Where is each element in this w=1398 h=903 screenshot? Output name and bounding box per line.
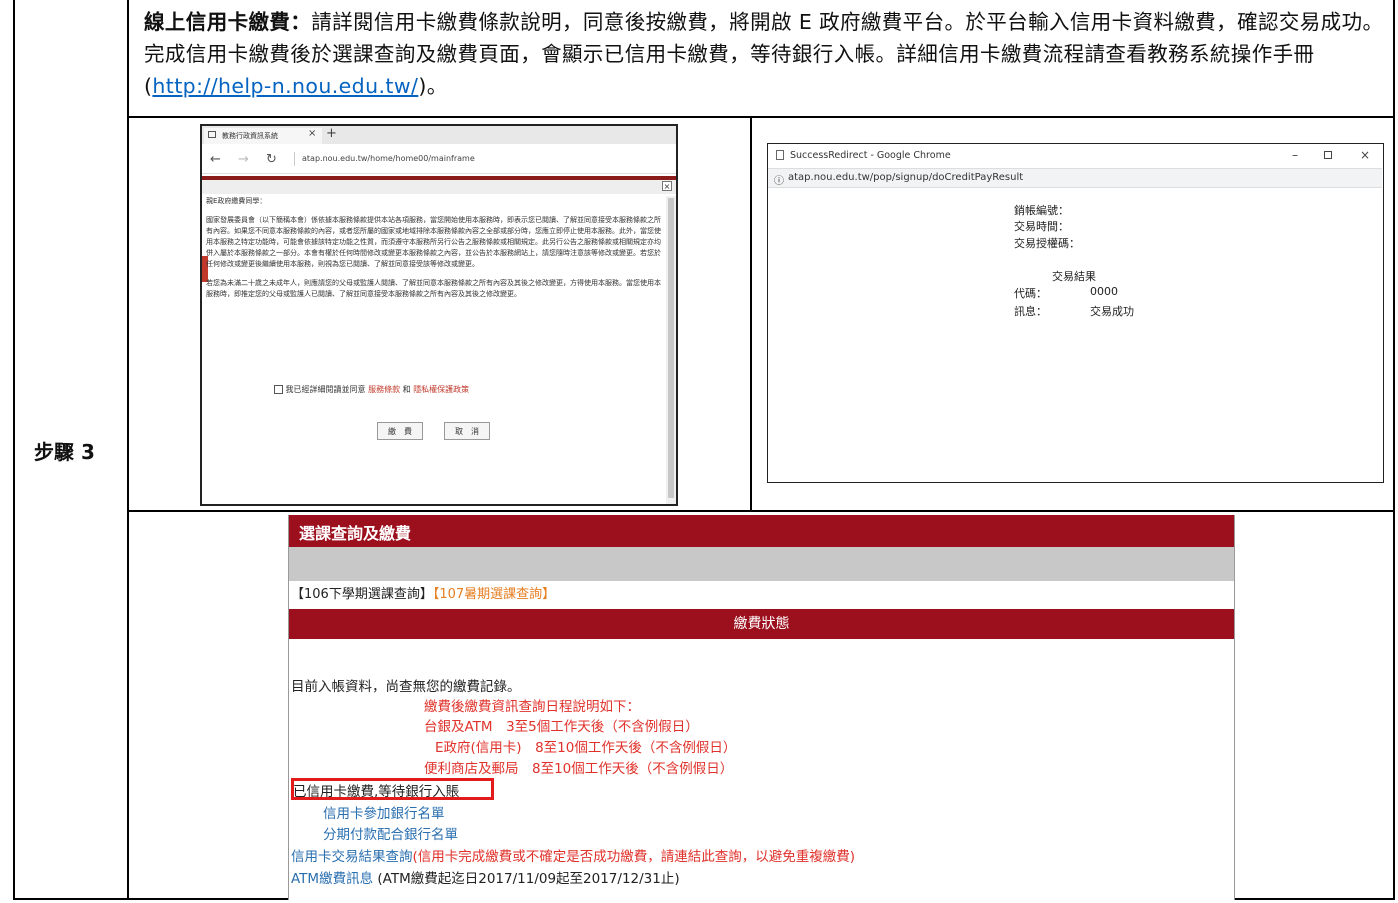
back-arrow-icon[interactable]: ← — [210, 152, 221, 167]
semester-links: 【106下學期選課查詢】【107暑期選課查詢】 — [291, 583, 555, 602]
gray-bar — [289, 547, 1234, 581]
code-value: 0000 — [1090, 285, 1118, 298]
time-label: 交易時間： — [1014, 220, 1069, 233]
info-icon[interactable]: ⓘ — [774, 172, 784, 187]
cancel-button[interactable]: 取 消 — [444, 422, 490, 440]
terms-paragraph: 國家發展委員會（以下簡稱本會）係依據本服務條款提供本站各項服務，當您開始使用本服… — [206, 216, 661, 268]
auth-label: 交易授權碼： — [1014, 237, 1080, 250]
result-query-row: 信用卡交易結果查詢(信用卡完成繳費或不確定是否成功繳費，請連結此查詢，以避免重複… — [291, 845, 855, 865]
terms-paragraph: 若您為未滿二十歲之未成年人，則應請您的父母或監護人閱讀、了解並同意本服務條款之所… — [206, 279, 661, 298]
terms-greeting: 親E政府繳費同學： — [206, 197, 267, 205]
intro-tail: )。 — [418, 74, 448, 98]
highlight-box — [291, 778, 494, 800]
table-divider — [127, 0, 129, 900]
message-label: 訊息： — [1014, 305, 1047, 318]
scrollbar-thumb[interactable] — [668, 198, 674, 498]
course-query-screenshot: 選課查詢及繳費 【106下學期選課查詢】【107暑期選課查詢】 繳費狀態 目前入… — [288, 515, 1235, 900]
info-title: 繳費後繳費資訊查詢日程說明如下： — [424, 699, 640, 715]
new-tab-icon[interactable]: + — [326, 126, 337, 141]
result-title: 交易結果 — [1052, 270, 1096, 283]
atm-info-note: (ATM繳費起迄日2017/11/09起至2017/12/31止) — [373, 871, 680, 887]
step-label: 步驟 3 — [34, 440, 95, 464]
window-title: SuccessRedirect - Google Chrome — [790, 150, 951, 161]
semester-106-link[interactable]: 【106下學期選課查詢】 — [291, 587, 433, 602]
tab-close-icon[interactable]: × — [308, 128, 316, 139]
intro-paragraph: 線上信用卡繳費：請詳閱信用卡繳費條款說明，同意後按繳費，將開啟 E 政府繳費平台… — [144, 6, 1384, 102]
payment-result-screenshot: SuccessRedirect - Google Chrome – × ⓘ at… — [767, 143, 1384, 483]
and-text: 和 — [402, 385, 411, 394]
atm-info-row: ATM繳費訊息 (ATM繳費起迄日2017/11/09起至2017/12/31止… — [291, 867, 680, 887]
minimize-icon[interactable]: – — [1292, 148, 1298, 162]
manual-link[interactable]: http://help-n.nou.edu.tw/ — [152, 74, 418, 98]
forward-arrow-icon[interactable]: → — [238, 152, 249, 167]
terms-screenshot: 教務行政資訊系統 × + ← → ↻ atap.nou.edu.tw/home/… — [200, 124, 678, 506]
refresh-icon[interactable]: ↻ — [266, 152, 277, 167]
result-query-note: (信用卡完成繳費或不確定是否成功繳費，請連結此查詢，以避免重複繳費) — [412, 849, 856, 865]
intro-heading: 線上信用卡繳費： — [144, 10, 312, 34]
bank-list-link[interactable]: 信用卡參加銀行名單 — [323, 802, 445, 822]
table-divider — [750, 116, 752, 512]
info-atm: 台銀及ATM 3至5個工作天後（不含例假日） — [424, 719, 699, 735]
account-label: 銷帳編號： — [1014, 204, 1069, 217]
pay-button[interactable]: 繳 費 — [377, 422, 423, 440]
browser-tabbar: 教務行政資訊系統 × + — [202, 126, 676, 144]
tab-page-icon — [208, 131, 216, 138]
table-divider — [127, 510, 1395, 512]
table-divider — [127, 116, 1395, 118]
url-field[interactable]: atap.nou.edu.tw/home/home00/mainframe — [302, 154, 475, 163]
semester-107-link[interactable]: 【107暑期選課查詢】 — [433, 587, 555, 602]
url-separator — [294, 152, 295, 166]
tab-title: 教務行政資訊系統 — [222, 132, 278, 140]
window-titlebar: SuccessRedirect - Google Chrome – × — [768, 144, 1382, 168]
privacy-link[interactable]: 隱私權保護政策 — [413, 385, 469, 394]
browser-urlbar: ← → ↻ atap.nou.edu.tw/home/home00/mainfr… — [202, 144, 676, 174]
payment-status-header: 繳費狀態 — [289, 609, 1234, 639]
installment-list-link[interactable]: 分期付款配合銀行名單 — [323, 823, 458, 843]
maximize-icon[interactable] — [1324, 151, 1332, 159]
dialog-close-icon[interactable]: × — [662, 181, 672, 191]
no-record-text: 目前入帳資料，尚查無您的繳費記錄。 — [291, 679, 521, 695]
result-query-link[interactable]: 信用卡交易結果查詢 — [291, 849, 413, 865]
dialog-titlebar — [202, 180, 676, 194]
info-store: 便利商店及郵局 8至10個工作天後（不含例假日） — [424, 761, 734, 777]
url-text[interactable]: atap.nou.edu.tw/pop/signup/doCreditPayRe… — [788, 172, 1023, 183]
browser-tab[interactable]: 教務行政資訊系統 — [204, 128, 322, 144]
code-label: 代碼： — [1014, 287, 1047, 300]
page-icon — [776, 150, 784, 160]
terms-text: 親E政府繳費同學： 國家發展委員會（以下簡稱本會）係依據本服務條款提供本站各項服… — [206, 196, 664, 308]
agree-row: 我已經詳細閱讀並同意 服務條款 和 隱私權保護政策 — [274, 384, 469, 395]
agree-text: 我已經詳細閱讀並同意 — [285, 385, 366, 394]
agree-checkbox[interactable] — [274, 385, 283, 394]
info-egov: E政府(信用卡) 8至10個工作天後（不含例假日） — [435, 740, 737, 756]
page-title: 選課查詢及繳費 — [289, 515, 1234, 547]
atm-info-link[interactable]: ATM繳費訊息 — [291, 871, 373, 887]
close-icon[interactable]: × — [1360, 148, 1370, 162]
address-bar: ⓘ atap.nou.edu.tw/pop/signup/doCreditPay… — [768, 168, 1382, 188]
message-value: 交易成功 — [1090, 305, 1134, 318]
terms-link[interactable]: 服務條款 — [368, 385, 400, 394]
